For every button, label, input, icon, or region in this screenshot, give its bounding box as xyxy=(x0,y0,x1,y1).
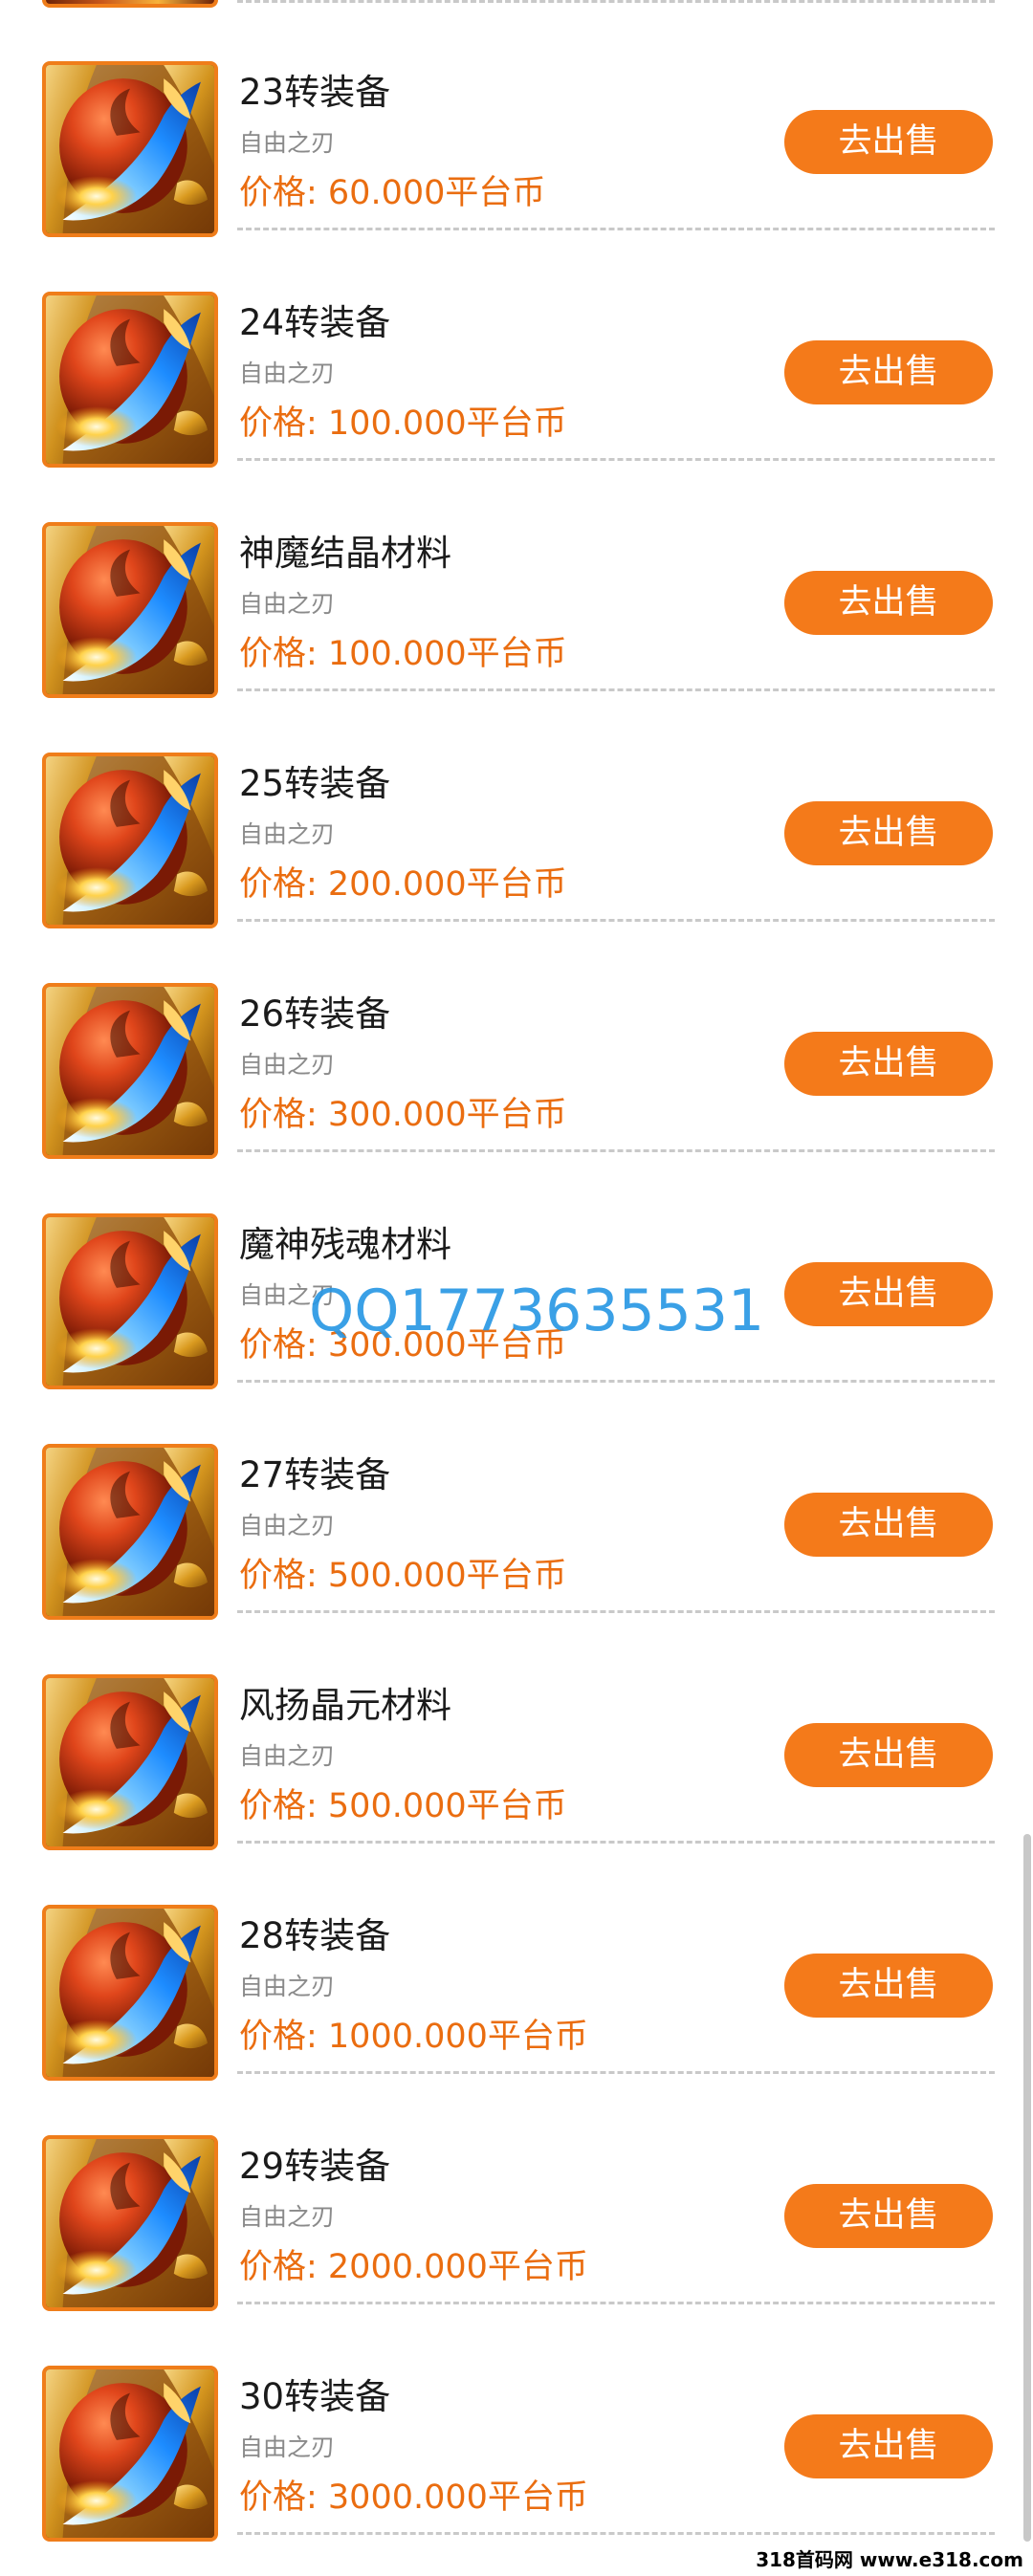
sell-button[interactable]: 去出售 xyxy=(784,340,993,404)
item-game-name: 自由之刃 xyxy=(239,590,336,618)
sell-button[interactable]: 去出售 xyxy=(784,571,993,635)
game-emblem-icon xyxy=(42,292,218,468)
sell-button[interactable]: 去出售 xyxy=(784,2184,993,2248)
sell-button[interactable]: 去出售 xyxy=(784,2414,993,2478)
item-title: 24转装备 xyxy=(239,302,391,343)
list-item[interactable]: 30转装备 自由之刃 价格: 3000.000平台币 去出售 xyxy=(0,2304,1033,2542)
list-item[interactable]: 神魔结晶材料 自由之刃 价格: 100.000平台币 去出售 xyxy=(0,461,1033,698)
list-item[interactable]: 28转装备 自由之刃 价格: 1000.000平台币 去出售 xyxy=(0,1844,1033,2081)
item-game-name: 自由之刃 xyxy=(239,820,336,848)
game-emblem-icon xyxy=(42,1213,218,1389)
item-price: 价格: 100.000平台币 xyxy=(239,404,567,443)
sell-button[interactable]: 去出售 xyxy=(784,1723,993,1787)
item-title: 神魔结晶材料 xyxy=(239,533,451,574)
item-price: 价格: 500.000平台币 xyxy=(239,1557,567,1595)
item-title: 魔神残魂材料 xyxy=(239,1224,451,1265)
item-title: 25转装备 xyxy=(239,763,391,804)
item-game-name: 自由之刃 xyxy=(239,360,336,387)
sell-button[interactable]: 去出售 xyxy=(784,1262,993,1326)
game-emblem-icon xyxy=(42,2366,218,2542)
game-emblem-icon xyxy=(42,1905,218,2081)
qq-watermark: QQ1773635531 xyxy=(309,1277,765,1344)
item-title: 26转装备 xyxy=(239,993,391,1035)
sell-button[interactable]: 去出售 xyxy=(784,1493,993,1557)
game-emblem-icon xyxy=(42,61,218,237)
item-game-name: 自由之刃 xyxy=(239,2203,336,2231)
list-item[interactable]: 23转装备 自由之刃 价格: 60.000平台币 去出售 xyxy=(0,0,1033,237)
list-item[interactable]: 魔神残魂材料 自由之刃 价格: 300.000平台币 去出售 xyxy=(0,1152,1033,1389)
game-emblem-icon xyxy=(42,753,218,928)
sell-button[interactable]: 去出售 xyxy=(784,1032,993,1096)
item-game-name: 自由之刃 xyxy=(239,1051,336,1079)
item-game-name: 自由之刃 xyxy=(239,1512,336,1539)
product-list-page: 23转装备 自由之刃 价格: 60.000平台币 去出售 24转装备 自由之刃 … xyxy=(0,0,1033,2576)
site-credit: 318首码网 www.e318.com xyxy=(752,2544,1027,2572)
list-item[interactable]: 24转装备 自由之刃 价格: 100.000平台币 去出售 xyxy=(0,230,1033,468)
item-price: 价格: 100.000平台币 xyxy=(239,635,567,673)
item-price: 价格: 2000.000平台币 xyxy=(239,2248,588,2286)
scrollbar[interactable] xyxy=(1023,1834,1031,2542)
game-emblem-icon xyxy=(42,2135,218,2311)
item-price: 价格: 500.000平台币 xyxy=(239,1787,567,1825)
list-item[interactable]: 风扬晶元材料 自由之刃 价格: 500.000平台币 去出售 xyxy=(0,1613,1033,1850)
game-emblem-icon xyxy=(42,983,218,1159)
item-title: 29转装备 xyxy=(239,2146,391,2187)
item-title: 27转装备 xyxy=(239,1454,391,1495)
item-game-name: 自由之刃 xyxy=(239,129,336,157)
sell-button[interactable]: 去出售 xyxy=(784,110,993,174)
game-emblem-icon xyxy=(42,1674,218,1850)
item-price: 价格: 1000.000平台币 xyxy=(239,2018,588,2056)
game-emblem-icon xyxy=(42,522,218,698)
item-title: 风扬晶元材料 xyxy=(239,1685,451,1726)
item-divider xyxy=(237,2532,995,2535)
list-item[interactable]: 29转装备 自由之刃 价格: 2000.000平台币 去出售 xyxy=(0,2074,1033,2311)
item-title: 30转装备 xyxy=(239,2376,391,2417)
game-emblem-icon xyxy=(42,1444,218,1620)
list-item[interactable]: 25转装备 自由之刃 价格: 200.000平台币 去出售 xyxy=(0,691,1033,928)
item-price: 价格: 200.000平台币 xyxy=(239,865,567,904)
sell-button[interactable]: 去出售 xyxy=(784,1954,993,2018)
item-price: 价格: 300.000平台币 xyxy=(239,1096,567,1134)
sell-button[interactable]: 去出售 xyxy=(784,801,993,865)
list-item[interactable]: 26转装备 自由之刃 价格: 300.000平台币 去出售 xyxy=(0,922,1033,1159)
item-game-name: 自由之刃 xyxy=(239,2434,336,2461)
item-game-name: 自由之刃 xyxy=(239,1973,336,2000)
item-title: 28转装备 xyxy=(239,1915,391,1956)
list-item[interactable]: 27转装备 自由之刃 价格: 500.000平台币 去出售 xyxy=(0,1383,1033,1620)
item-title: 23转装备 xyxy=(239,72,391,113)
item-price: 价格: 60.000平台币 xyxy=(239,174,546,212)
item-game-name: 自由之刃 xyxy=(239,1742,336,1770)
item-price: 价格: 3000.000平台币 xyxy=(239,2478,588,2517)
